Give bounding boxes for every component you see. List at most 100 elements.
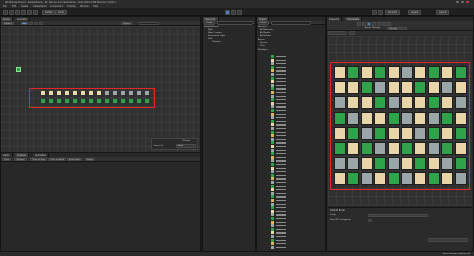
palette-tile[interactable] [387, 172, 400, 186]
tile-asset-icon[interactable] [271, 58, 274, 62]
tile-asset-icon[interactable] [271, 173, 274, 177]
hand-tool-icon[interactable] [3, 9, 8, 15]
cloud-icon[interactable] [378, 9, 383, 15]
palette-tile[interactable] [441, 126, 454, 140]
tile-asset-icon[interactable] [271, 123, 274, 127]
palette-tile[interactable] [387, 157, 400, 171]
minimize-icon[interactable] [456, 0, 459, 3]
console-collapse-button[interactable]: Collapse [14, 157, 27, 161]
eraser-icon[interactable] [382, 22, 386, 26]
palette-tile[interactable] [360, 96, 373, 110]
palette-tile[interactable] [454, 142, 467, 155]
project-tree-item[interactable]: Packages [258, 49, 268, 52]
select-tool-icon[interactable] [357, 22, 361, 26]
tile-asset-icon[interactable] [271, 159, 274, 163]
tile-asset-icon[interactable] [271, 202, 274, 206]
palette-tile[interactable] [387, 111, 400, 125]
palette-tile[interactable] [374, 66, 387, 79]
maximize-icon[interactable] [461, 0, 464, 3]
palette-tile[interactable] [347, 157, 360, 171]
tile-asset-icon[interactable] [271, 195, 274, 199]
move-tool-icon[interactable] [9, 9, 14, 15]
tile-asset-icon[interactable] [271, 141, 274, 145]
flood-fill-checkbox[interactable] [368, 218, 372, 222]
project-create-dropdown[interactable]: Create [258, 21, 269, 25]
brush-dropdown[interactable] [428, 238, 468, 242]
palette-tile[interactable] [401, 157, 413, 171]
tile-asset-icon[interactable] [271, 94, 274, 98]
palette-tile[interactable] [401, 172, 413, 186]
palette-tile[interactable] [441, 172, 454, 186]
palette-tile[interactable] [454, 81, 467, 95]
tile-asset-icon[interactable] [271, 148, 274, 152]
palette-tile[interactable] [414, 157, 427, 171]
palette-tile[interactable] [414, 96, 427, 110]
palette-tile[interactable] [401, 81, 413, 95]
tile-asset-icon[interactable] [271, 184, 274, 188]
tile-asset-icon[interactable] [271, 170, 274, 174]
palette-tile[interactable] [441, 111, 454, 125]
rect-tool-icon[interactable] [27, 9, 32, 15]
step-button[interactable] [237, 9, 242, 15]
tile-asset-icon[interactable] [271, 119, 274, 123]
pause-button[interactable] [231, 9, 236, 15]
tile-asset-icon[interactable] [271, 127, 274, 130]
console-clear-button[interactable]: Clear [2, 157, 12, 161]
tile-asset-icon[interactable] [271, 242, 274, 246]
palette-tile[interactable] [441, 142, 454, 155]
account-dropdown[interactable]: Account [385, 9, 400, 15]
palette-tile[interactable] [374, 142, 387, 155]
tile-asset-icon[interactable] [271, 238, 274, 242]
palette-tile[interactable] [360, 66, 373, 79]
tile-asset-icon[interactable] [271, 217, 274, 220]
palette-tile[interactable] [414, 126, 427, 140]
palette-tile[interactable] [387, 81, 400, 95]
palette-tile[interactable] [374, 172, 387, 186]
tile-asset-icon[interactable] [271, 134, 274, 138]
palette-tile[interactable] [454, 157, 467, 171]
palette-tile[interactable] [454, 172, 467, 186]
tile-asset-icon[interactable] [271, 181, 274, 184]
active-tilemap-dropdown[interactable]: Tilemap [387, 26, 407, 30]
tile-asset-icon[interactable] [271, 231, 274, 235]
palette-tile[interactable] [360, 111, 373, 125]
hierarchy-item[interactable]: Tilemap [212, 41, 220, 44]
clear-on-play-toggle[interactable]: Clear on Play [30, 157, 48, 161]
palette-tile[interactable] [374, 157, 387, 171]
palette-tile[interactable] [414, 142, 427, 155]
play-button[interactable] [225, 9, 230, 15]
palette-tile[interactable] [454, 126, 467, 140]
tile-asset-icon[interactable] [271, 245, 274, 249]
palette-tile[interactable] [347, 66, 360, 79]
project-search-input[interactable] [271, 21, 311, 25]
tile-asset-icon[interactable] [271, 145, 274, 148]
palette-tile[interactable] [360, 157, 373, 171]
palette-tile[interactable] [347, 111, 360, 125]
palette-edit-button[interactable] [349, 31, 355, 35]
tile-asset-icon[interactable] [271, 177, 274, 181]
tile-asset-icon[interactable] [271, 76, 274, 80]
palette-tile[interactable] [387, 96, 400, 110]
tile-asset-icon[interactable] [271, 152, 274, 156]
palette-tile[interactable] [347, 96, 360, 110]
close-icon[interactable] [466, 0, 469, 3]
palette-tile[interactable] [360, 172, 373, 186]
box-fill-icon[interactable] [372, 22, 376, 26]
palette-tile[interactable] [374, 126, 387, 140]
palette-tile[interactable] [401, 126, 413, 140]
palette-tile[interactable] [334, 66, 346, 79]
palette-tile[interactable] [334, 172, 346, 186]
tile-asset-icon[interactable] [271, 112, 274, 116]
palette-tile[interactable] [360, 142, 373, 155]
palette-tile[interactable] [414, 66, 427, 79]
tile-asset-icon[interactable] [271, 166, 274, 170]
tile-asset-icon[interactable] [271, 206, 274, 210]
palette-tile[interactable] [427, 126, 440, 140]
scene-viewport[interactable]: Tilemap Focus On None [1, 26, 200, 152]
pivot-local-toggle[interactable]: Local [55, 9, 67, 15]
tile-asset-icon[interactable] [271, 220, 274, 224]
tile-asset-icon[interactable] [271, 98, 274, 102]
palette-tile[interactable] [454, 66, 467, 79]
palette-tile[interactable] [441, 66, 454, 79]
audio-icon[interactable] [34, 21, 38, 25]
